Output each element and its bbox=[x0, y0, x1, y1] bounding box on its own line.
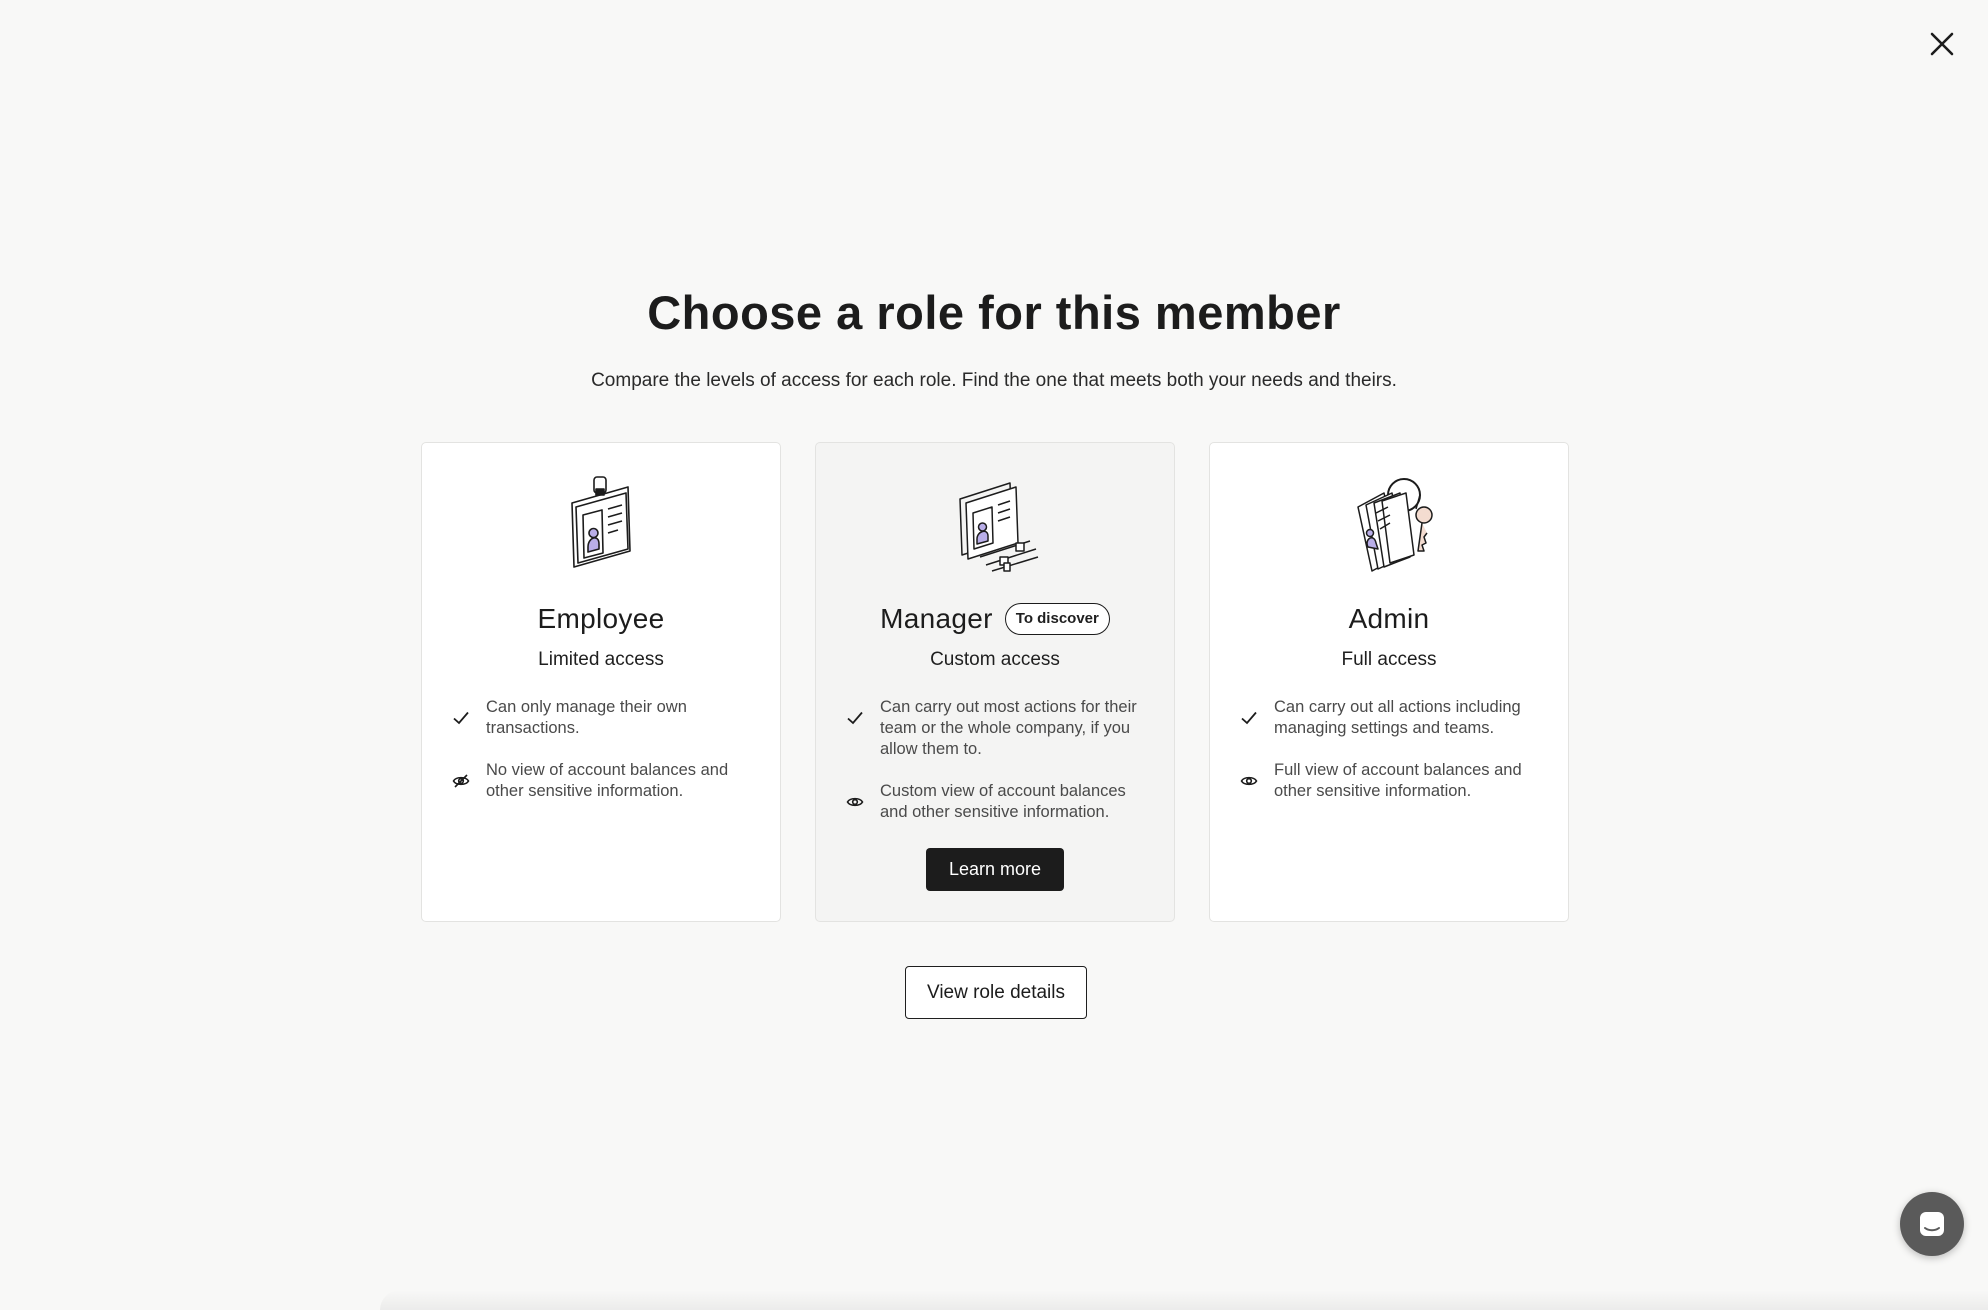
feature-text: No view of account balances and other se… bbox=[486, 761, 729, 800]
access-level: Full access bbox=[1341, 649, 1437, 670]
role-name: Employee bbox=[537, 603, 665, 634]
feature-item: Full view of account balances and other … bbox=[1240, 760, 1540, 802]
feature-list: Can carry out most actions for their tea… bbox=[846, 697, 1146, 844]
access-level: Custom access bbox=[930, 649, 1060, 670]
page-title: Choose a role for this member bbox=[647, 286, 1341, 339]
role-card-employee[interactable]: Employee Limited access Can only manage … bbox=[421, 442, 781, 922]
close-button[interactable] bbox=[1924, 26, 1960, 62]
feature-text: Can only manage their own transactions. bbox=[486, 698, 687, 737]
learn-more-button[interactable]: Learn more bbox=[926, 848, 1064, 891]
role-name: Admin bbox=[1348, 603, 1430, 634]
feature-item: Custom view of account balances and othe… bbox=[846, 781, 1146, 823]
check-icon bbox=[452, 697, 476, 739]
check-icon bbox=[846, 697, 870, 739]
page-subtitle: Compare the levels of access for each ro… bbox=[591, 370, 1397, 391]
feature-text: Full view of account balances and other … bbox=[1274, 761, 1522, 800]
eye-icon bbox=[1240, 760, 1264, 802]
feature-item: Can only manage their own transactions. bbox=[452, 697, 752, 739]
feature-item: No view of account balances and other se… bbox=[452, 760, 752, 802]
feature-item: Can carry out all actions including mana… bbox=[1240, 697, 1540, 739]
bottom-panel-edge bbox=[380, 1290, 1988, 1310]
chat-button[interactable] bbox=[1900, 1192, 1964, 1256]
id-badge-illustration bbox=[422, 473, 780, 577]
check-icon bbox=[1240, 697, 1264, 739]
access-level: Limited access bbox=[538, 649, 664, 670]
close-icon bbox=[1930, 32, 1954, 56]
role-name: Manager bbox=[880, 603, 993, 634]
keys-cards-illustration bbox=[1210, 473, 1568, 577]
feature-list: Can carry out all actions including mana… bbox=[1240, 697, 1540, 823]
role-card-admin[interactable]: Admin Full access Can carry out all acti… bbox=[1209, 442, 1569, 922]
feature-item: Can carry out most actions for their tea… bbox=[846, 697, 1146, 760]
feature-text: Can carry out most actions for their tea… bbox=[880, 698, 1137, 758]
eye-off-icon bbox=[452, 760, 476, 802]
eye-icon bbox=[846, 781, 870, 823]
feature-text: Can carry out all actions including mana… bbox=[1274, 698, 1521, 737]
view-role-details-button[interactable]: View role details bbox=[905, 966, 1087, 1019]
chat-icon bbox=[1920, 1212, 1944, 1236]
id-cards-sliders-illustration bbox=[816, 473, 1174, 577]
feature-list: Can only manage their own transactions. … bbox=[452, 697, 752, 823]
role-card-manager[interactable]: Manager To discover Custom access Can ca… bbox=[815, 442, 1175, 922]
feature-text: Custom view of account balances and othe… bbox=[880, 782, 1126, 821]
to-discover-badge: To discover bbox=[1004, 603, 1110, 635]
